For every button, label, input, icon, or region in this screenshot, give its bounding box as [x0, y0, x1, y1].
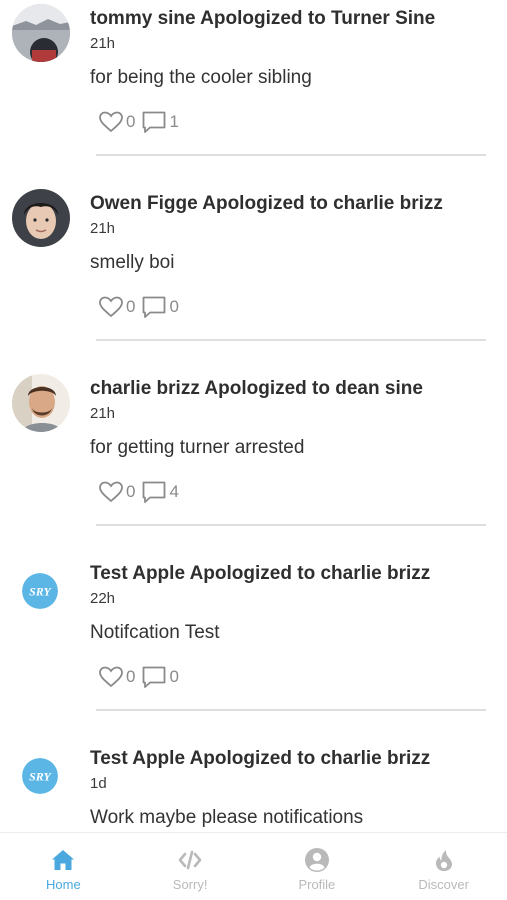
post-headline[interactable]: charlie brizz Apologized to dean sine: [90, 378, 423, 400]
post-time: 21h: [90, 220, 116, 237]
post-item[interactable]: charlie brizz Apologized to dean sine 21…: [0, 370, 507, 555]
logo-text: SRY: [29, 770, 52, 784]
heart-icon[interactable]: [98, 664, 124, 690]
comment-count: 1: [169, 112, 179, 131]
tab-profile-label: Profile: [298, 877, 336, 892]
divider: [96, 709, 486, 711]
post-time: 22h: [90, 590, 116, 607]
post-actions: 0 4: [98, 478, 185, 506]
bottom-tab-bar: Home Sorry! Profile Discover: [0, 832, 507, 900]
comment-icon[interactable]: [141, 479, 167, 505]
avatar[interactable]: [12, 4, 70, 62]
post-actions: 0 0: [98, 293, 185, 321]
home-icon: [52, 850, 75, 870]
post-time: 21h: [90, 405, 116, 422]
heart-icon[interactable]: [98, 294, 124, 320]
tab-home-label: Home: [46, 877, 81, 892]
post-message: for getting turner arrested: [90, 437, 305, 458]
comment-count: 4: [169, 482, 179, 501]
tab-discover-label: Discover: [418, 877, 469, 892]
post-message: smelly boi: [90, 252, 175, 273]
comment-icon[interactable]: [141, 294, 167, 320]
divider: [96, 524, 486, 526]
sry-logo-avatar[interactable]: SRY: [22, 758, 58, 794]
post-headline[interactable]: tommy sine Apologized to Turner Sine: [90, 8, 435, 30]
tab-sorry-label: Sorry!: [172, 877, 208, 892]
post-actions: 0 0: [98, 663, 185, 691]
flame-icon: [435, 850, 452, 871]
post-time: 1d: [90, 775, 107, 792]
heart-icon[interactable]: [98, 109, 124, 135]
post-message: Work maybe please notifications: [90, 807, 364, 828]
comment-count: 0: [169, 297, 179, 316]
post-headline[interactable]: Test Apple Apologized to charlie brizz: [90, 748, 430, 770]
divider: [96, 339, 486, 341]
like-count: 0: [126, 667, 136, 686]
post-item[interactable]: SRY Test Apple Apologized to charlie bri…: [0, 740, 507, 832]
tab-sorry[interactable]: Sorry!: [127, 833, 254, 900]
avatar[interactable]: [12, 189, 70, 247]
feed: tommy sine Apologized to Turner Sine 21h…: [0, 0, 507, 832]
tab-profile[interactable]: Profile: [254, 833, 381, 900]
tab-home[interactable]: Home: [0, 833, 127, 900]
comment-icon[interactable]: [141, 109, 167, 135]
post-time: 21h: [90, 35, 116, 52]
like-count: 0: [126, 482, 136, 501]
post-headline[interactable]: Owen Figge Apologized to charlie brizz: [90, 193, 443, 215]
post-message: for being the cooler sibling: [90, 67, 312, 88]
code-icon: [178, 850, 202, 870]
like-count: 0: [126, 297, 136, 316]
sry-logo-avatar[interactable]: SRY: [22, 573, 58, 609]
profile-icon: [304, 848, 329, 872]
divider: [96, 154, 486, 156]
comment-count: 0: [169, 667, 179, 686]
post-headline[interactable]: Test Apple Apologized to charlie brizz: [90, 563, 430, 585]
tab-discover[interactable]: Discover: [380, 833, 507, 900]
comment-icon[interactable]: [141, 664, 167, 690]
post-item[interactable]: Owen Figge Apologized to charlie brizz 2…: [0, 185, 507, 370]
post-item[interactable]: tommy sine Apologized to Turner Sine 21h…: [0, 0, 507, 185]
avatar[interactable]: [12, 374, 70, 432]
post-message: Notifcation Test: [90, 622, 220, 643]
logo-text: SRY: [29, 585, 52, 599]
heart-icon[interactable]: [98, 479, 124, 505]
like-count: 0: [126, 112, 136, 131]
post-item[interactable]: SRY Test Apple Apologized to charlie bri…: [0, 555, 507, 740]
post-actions: 0 1: [98, 108, 185, 136]
